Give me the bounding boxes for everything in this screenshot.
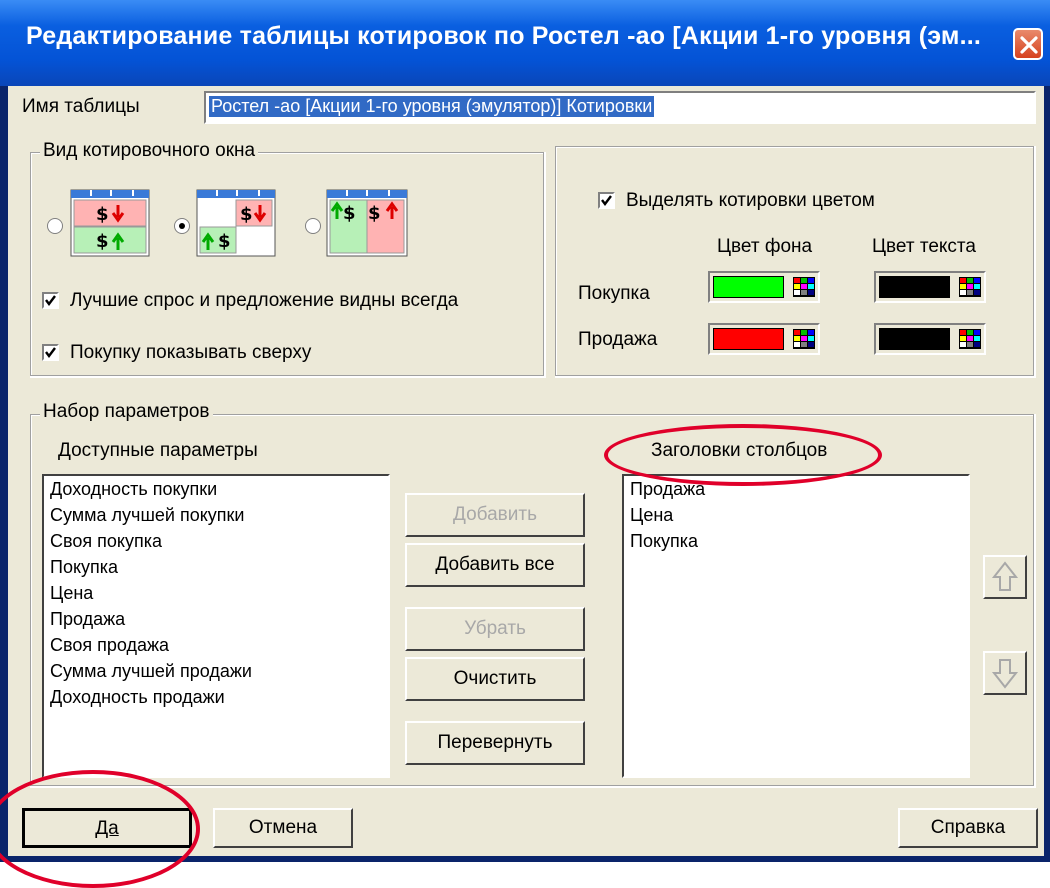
buy-bg-color <box>713 276 784 298</box>
sell-color-label: Продажа <box>578 329 658 350</box>
highlight-label: Выделять котировки цветом <box>626 190 875 211</box>
svg-text:$: $ <box>96 204 109 225</box>
reverse-button[interactable]: Перевернуть <box>405 721 585 765</box>
remove-button[interactable]: Убрать <box>405 607 585 651</box>
list-item[interactable]: Цена <box>44 580 388 606</box>
cancel-label: Отмена <box>248 817 318 838</box>
list-item[interactable]: Продажа <box>44 606 388 632</box>
view-group-title: Вид котировочного окна <box>40 140 259 162</box>
layout-diagonal-icon: $ $ <box>196 189 276 257</box>
radio-layout-diagonal[interactable] <box>174 218 190 234</box>
buy-on-top-label: Покупку показывать сверху <box>70 342 312 363</box>
svg-text:$: $ <box>343 203 356 224</box>
cancel-button[interactable]: Отмена <box>213 808 353 848</box>
list-item[interactable]: Покупка <box>624 528 968 554</box>
palette-icon <box>793 277 815 297</box>
buy-text-swatch[interactable] <box>874 271 986 303</box>
columns-list[interactable]: Продажа Цена Покупка <box>622 474 970 778</box>
columns-title-highlight <box>604 424 882 486</box>
list-item[interactable]: Доходность продажи <box>44 684 388 710</box>
best-always-visible-label: Лучшие спрос и предложение видны всегда <box>70 290 459 311</box>
move-up-button[interactable] <box>983 555 1027 599</box>
close-icon <box>1020 36 1038 54</box>
checkmark-icon <box>45 295 56 306</box>
help-label: Справка <box>930 817 1006 838</box>
buy-on-top-checkbox[interactable] <box>42 344 59 361</box>
layout-stacked-icon: $ $ <box>70 189 150 257</box>
radio-layout-side-by-side[interactable] <box>305 218 321 234</box>
available-params-list[interactable]: Доходность покупки Сумма лучшей покупки Св… <box>42 474 390 778</box>
palette-icon <box>959 277 981 297</box>
available-params-title: Доступные параметры <box>58 440 258 461</box>
dialog-body: Имя таблицы Ростел -ао [Акции 1-го уровн… <box>8 86 1044 856</box>
sell-text-color <box>879 328 950 350</box>
list-item[interactable]: Цена <box>624 502 968 528</box>
buy-text-color <box>879 276 950 298</box>
palette-icon <box>959 329 981 349</box>
best-always-visible-checkbox[interactable] <box>42 292 59 309</box>
list-item[interactable]: Покупка <box>44 554 388 580</box>
svg-text:$: $ <box>96 231 109 252</box>
palette-icon <box>793 329 815 349</box>
svg-text:$: $ <box>218 231 231 252</box>
buy-color-label: Покупка <box>578 283 650 304</box>
list-item[interactable]: Сумма лучшей покупки <box>44 502 388 528</box>
list-item[interactable]: Сумма лучшей продажи <box>44 658 388 684</box>
sell-bg-color <box>713 328 784 350</box>
table-name-label: Имя таблицы <box>22 96 140 117</box>
checkmark-icon <box>45 347 56 358</box>
clear-button[interactable]: Очистить <box>405 657 585 701</box>
list-item[interactable]: Своя продажа <box>44 632 388 658</box>
arrow-down-icon <box>991 659 1019 689</box>
sell-text-swatch[interactable] <box>874 323 986 355</box>
close-button[interactable] <box>1013 28 1043 60</box>
bg-color-header: Цвет фона <box>717 236 813 257</box>
window-title: Редактирование таблицы котировок по Рост… <box>26 22 982 50</box>
move-down-button[interactable] <box>983 651 1027 695</box>
layout-side-by-side-icon: $ $ <box>326 189 408 257</box>
sell-bg-swatch[interactable] <box>708 323 820 355</box>
text-color-header: Цвет текста <box>872 236 976 257</box>
ok-button-highlight <box>0 770 200 888</box>
title-bar[interactable]: Редактирование таблицы котировок по Рост… <box>0 0 1050 86</box>
svg-text:$: $ <box>240 204 253 225</box>
table-name-value: Ростел -ао [Акции 1-го уровня (эмулятор)… <box>209 96 655 117</box>
radio-layout-stacked[interactable] <box>47 218 63 234</box>
arrow-up-icon <box>991 561 1019 591</box>
add-button[interactable]: Добавить <box>405 493 585 537</box>
params-group-title: Набор параметров <box>40 401 213 423</box>
checkmark-icon <box>601 195 612 206</box>
buy-bg-swatch[interactable] <box>708 271 820 303</box>
dialog-window: Редактирование таблицы котировок по Рост… <box>0 0 1050 888</box>
list-item[interactable]: Своя покупка <box>44 528 388 554</box>
list-item[interactable]: Доходность покупки <box>44 476 388 502</box>
highlight-checkbox[interactable] <box>598 192 615 209</box>
help-button[interactable]: Справка <box>898 808 1038 848</box>
add-all-button[interactable]: Добавить все <box>405 543 585 587</box>
table-name-input[interactable]: Ростел -ао [Акции 1-го уровня (эмулятор)… <box>204 91 1036 124</box>
svg-text:$: $ <box>368 203 381 224</box>
